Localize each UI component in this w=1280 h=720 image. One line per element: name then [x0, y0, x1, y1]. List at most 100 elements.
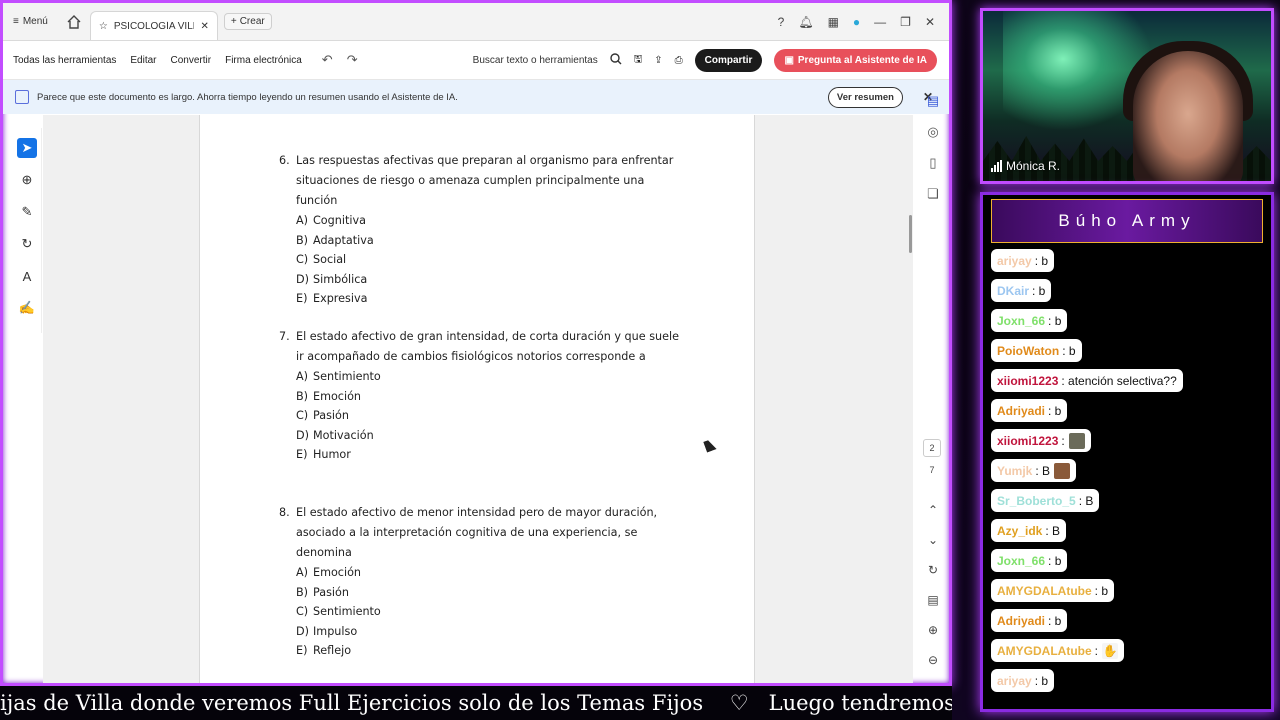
close-window-icon[interactable]: ✕	[925, 15, 935, 29]
image-emote-icon	[1068, 432, 1085, 449]
chat-message: ariyay: b	[991, 669, 1055, 692]
chat-row: DKair: b	[991, 279, 1271, 309]
zoom-in-icon[interactable]: ⊕	[921, 621, 945, 639]
chat-row: ariyay: b	[991, 669, 1271, 699]
lasso-tool-icon[interactable]: ↻	[17, 234, 37, 254]
chat-row: ariyay: b	[991, 249, 1271, 279]
document-area[interactable]: 6. Las respuestas afectivas que preparan …	[43, 115, 913, 683]
chat-username[interactable]: Yumjk	[997, 464, 1032, 478]
redo-icon[interactable]: ↷	[347, 52, 358, 68]
option-text: Cognitiva	[313, 214, 366, 227]
menu-button[interactable]: ≡ Menú	[13, 16, 48, 27]
answer-option: A) Sentimiento	[296, 367, 679, 387]
chat-text: : b	[1048, 313, 1062, 328]
chat-message: xiiomi1223: atención selectiva??	[991, 369, 1183, 392]
chat-username[interactable]: Adriyadi	[997, 404, 1045, 418]
view-summary-button[interactable]: Ver resumen	[827, 86, 903, 108]
chat-row: xiiomi1223:	[991, 429, 1271, 459]
comments-panel-icon[interactable]: ◎	[923, 122, 943, 142]
chevron-up-icon[interactable]: ⌃	[921, 501, 945, 519]
chat-username[interactable]: Azy_idk	[997, 524, 1042, 538]
search-tools-label[interactable]: Buscar texto o herramientas	[473, 55, 598, 66]
chat-row: xiiomi1223: atención selectiva??	[991, 369, 1271, 399]
option-letter: A)	[296, 214, 309, 227]
chat-text: : b	[1048, 613, 1062, 628]
close-tab-icon[interactable]: ✕	[200, 21, 208, 32]
answer-option: A) Emoción	[296, 563, 679, 583]
option-text: Sentimiento	[313, 605, 381, 618]
ai-assistant-label: Pregunta al Asistente de IA	[797, 54, 927, 66]
save-icon[interactable]: 🖫︎	[634, 52, 643, 69]
minimize-icon[interactable]: —	[874, 15, 886, 29]
menu-all-tools[interactable]: Todas las herramientas	[13, 55, 116, 66]
search-icon[interactable]	[610, 52, 622, 68]
zoom-out-icon[interactable]: ⊖	[921, 651, 945, 669]
chat-message: Sr_Boberto_5: B	[991, 489, 1100, 512]
home-icon[interactable]	[66, 14, 82, 30]
chat-message: AMYGDALAtube: b	[991, 579, 1115, 602]
answer-option: E) Humor	[296, 445, 679, 465]
bell-icon[interactable]: 🔔︎	[798, 15, 813, 29]
upload-icon[interactable]: ⇪	[654, 55, 662, 66]
question-number: 7.	[279, 330, 290, 343]
hand-emote-icon: ✋	[1102, 642, 1119, 659]
chat-message: Adriyadi: b	[991, 399, 1068, 422]
chat-text: : b	[1094, 583, 1109, 598]
comment-tool-icon[interactable]: ⊕	[17, 170, 37, 190]
menu-convert[interactable]: Convertir	[171, 55, 212, 66]
chat-username[interactable]: Joxn_66	[997, 314, 1045, 328]
help-icon[interactable]: ?	[778, 15, 785, 29]
chevron-down-icon[interactable]: ⌄	[921, 531, 945, 549]
question-8: 8. El estado afectivo de menor intensidad…	[279, 503, 679, 661]
chat-username[interactable]: AMYGDALAtube	[997, 584, 1092, 598]
apps-grid-icon[interactable]: ▦	[828, 15, 839, 29]
question-6: 6. Las respuestas afectivas que preparan …	[279, 151, 679, 309]
bookmarks-icon[interactable]: ▯	[923, 153, 943, 173]
chat-username[interactable]: DKair	[997, 284, 1029, 298]
answer-option: B) Adaptativa	[296, 231, 679, 251]
chat-username[interactable]: Adriyadi	[997, 614, 1045, 628]
chat-message: AMYGDALAtube: ✋	[991, 639, 1125, 662]
chat-username[interactable]: PoioWaton	[997, 344, 1059, 358]
answer-option: D) Motivación	[296, 426, 679, 446]
document-tab[interactable]: ☆ PSICOLOGÍA VILLAR... ✕	[89, 11, 218, 40]
pages-icon[interactable]: ❏	[923, 184, 943, 204]
chat-message: Joxn_66: b	[991, 549, 1068, 572]
vertical-scrollbar[interactable]	[909, 215, 912, 253]
page-indicator: 2 7	[923, 439, 941, 475]
profile-icon[interactable]: ●	[853, 15, 860, 29]
menu-e-signature[interactable]: Firma electrónica	[225, 55, 302, 66]
chat-username[interactable]: Sr_Boberto_5	[997, 494, 1076, 508]
menu-edit[interactable]: Editar	[130, 55, 156, 66]
option-text: Simbólica	[313, 272, 368, 286]
star-icon[interactable]: ☆	[99, 21, 108, 32]
total-pages: 7	[929, 465, 935, 475]
mouse-cursor-icon	[703, 438, 717, 453]
new-tab-button[interactable]: + Crear	[223, 13, 272, 30]
chat-username[interactable]: ariyay	[997, 674, 1032, 688]
chat-text: : b	[1062, 343, 1076, 358]
select-tool-icon[interactable]: ➤	[17, 138, 37, 158]
share-button[interactable]: Compartir	[694, 48, 763, 72]
chat-text: : b	[1034, 253, 1049, 268]
chat-text: :	[1094, 643, 1099, 658]
chat-username[interactable]: AMYGDALAtube	[997, 644, 1092, 658]
chat-username[interactable]: ariyay	[997, 254, 1032, 268]
option-letter: E)	[296, 292, 308, 305]
stamp-tool-icon[interactable]: ✍	[17, 298, 37, 318]
chat-username[interactable]: xiiomi1223	[997, 374, 1058, 388]
current-page-number[interactable]: 2	[923, 439, 941, 457]
chat-row: Joxn_66: b	[991, 549, 1271, 579]
text-select-icon[interactable]: A	[17, 266, 37, 286]
print-icon[interactable]: ⎙	[675, 55, 683, 66]
chat-username[interactable]: Joxn_66	[997, 554, 1045, 568]
ai-panel-icon[interactable]: ▤	[923, 91, 943, 111]
undo-icon[interactable]: ↶	[322, 52, 333, 68]
maximize-icon[interactable]: ❐	[900, 15, 911, 29]
chat-username[interactable]: xiiomi1223	[997, 434, 1058, 448]
refresh-icon[interactable]: ↻	[921, 561, 945, 579]
save-document-icon[interactable]: ▤	[921, 591, 945, 609]
pen-tool-icon[interactable]: ✎	[17, 202, 37, 222]
ai-assistant-button[interactable]: ▣ Pregunta al Asistente de IA	[774, 48, 937, 72]
chat-message-list: ariyay: b DKair: b Joxn_66: b PoioWaton: bx…	[991, 249, 1271, 699]
